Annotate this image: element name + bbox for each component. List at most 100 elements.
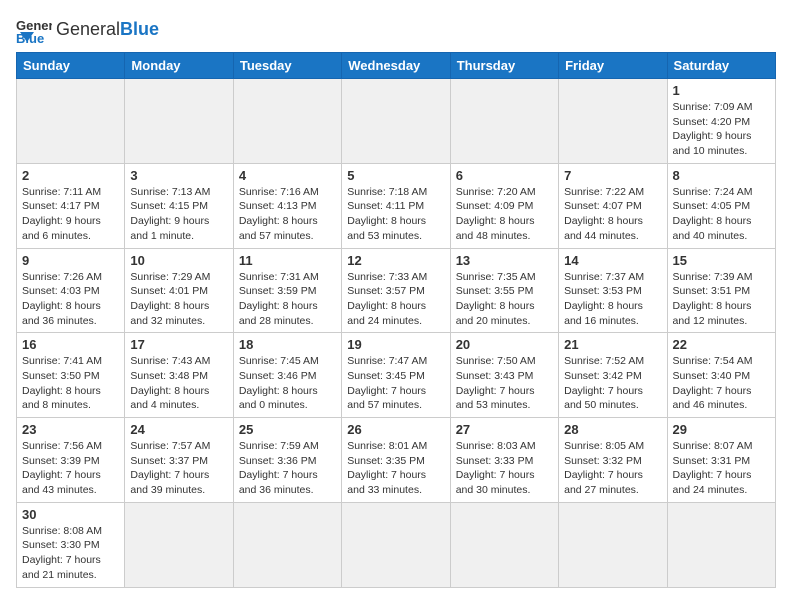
col-header-thursday: Thursday	[450, 53, 558, 79]
day-info: Sunrise: 7:54 AM Sunset: 3:40 PM Dayligh…	[673, 354, 770, 413]
calendar-cell: 29Sunrise: 8:07 AM Sunset: 3:31 PM Dayli…	[667, 418, 775, 503]
calendar-cell: 21 Sunrise: 7:52 AM Sunset: 3:42 PM Dayli…	[559, 333, 667, 418]
day-info: Sunrise: 7:24 AM Sunset: 4:05 PM Dayligh…	[673, 185, 770, 244]
day-number: 26	[347, 422, 444, 437]
day-number: 11	[239, 253, 336, 268]
day-info: Sunrise: 7:50 AM Sunset: 3:43 PM Dayligh…	[456, 354, 553, 413]
day-info: Sunrise: 7:56 AM Sunset: 3:39 PM Dayligh…	[22, 439, 119, 498]
day-info: Sunrise: 8:05 AM Sunset: 3:32 PM Dayligh…	[564, 439, 661, 498]
day-info: Sunrise: 7:59 AM Sunset: 3:36 PM Dayligh…	[239, 439, 336, 498]
calendar-cell: 12 Sunrise: 7:33 AM Sunset: 3:57 PM Dayli…	[342, 248, 450, 333]
calendar-cell: 14 Sunrise: 7:37 AM Sunset: 3:53 PM Dayli…	[559, 248, 667, 333]
day-number: 18	[239, 337, 336, 352]
day-number: 12	[347, 253, 444, 268]
day-info: Sunrise: 7:31 AM Sunset: 3:59 PM Dayligh…	[239, 270, 336, 329]
day-number: 20	[456, 337, 553, 352]
col-header-saturday: Saturday	[667, 53, 775, 79]
col-header-monday: Monday	[125, 53, 233, 79]
day-number: 28	[564, 422, 661, 437]
logo: General Blue GeneralBlue	[16, 16, 159, 44]
calendar-cell: 7 Sunrise: 7:22 AM Sunset: 4:07 PM Daylig…	[559, 163, 667, 248]
col-header-wednesday: Wednesday	[342, 53, 450, 79]
calendar: SundayMondayTuesdayWednesdayThursdayFrid…	[16, 52, 776, 588]
calendar-cell	[233, 502, 341, 587]
day-number: 8	[673, 168, 770, 183]
day-info: Sunrise: 7:33 AM Sunset: 3:57 PM Dayligh…	[347, 270, 444, 329]
calendar-cell: 1 Sunrise: 7:09 AM Sunset: 4:20 PM Daylig…	[667, 79, 775, 164]
calendar-cell	[125, 502, 233, 587]
day-number: 14	[564, 253, 661, 268]
calendar-cell	[17, 79, 125, 164]
calendar-cell: 9 Sunrise: 7:26 AM Sunset: 4:03 PM Daylig…	[17, 248, 125, 333]
day-number: 24	[130, 422, 227, 437]
day-info: Sunrise: 7:35 AM Sunset: 3:55 PM Dayligh…	[456, 270, 553, 329]
day-info: Sunrise: 7:26 AM Sunset: 4:03 PM Dayligh…	[22, 270, 119, 329]
calendar-cell: 16Sunrise: 7:41 AM Sunset: 3:50 PM Dayli…	[17, 333, 125, 418]
calendar-cell: 17 Sunrise: 7:43 AM Sunset: 3:48 PM Dayli…	[125, 333, 233, 418]
day-number: 7	[564, 168, 661, 183]
day-info: Sunrise: 7:18 AM Sunset: 4:11 PM Dayligh…	[347, 185, 444, 244]
day-number: 19	[347, 337, 444, 352]
calendar-cell: 10 Sunrise: 7:29 AM Sunset: 4:01 PM Dayli…	[125, 248, 233, 333]
calendar-week-row: 1 Sunrise: 7:09 AM Sunset: 4:20 PM Daylig…	[17, 79, 776, 164]
calendar-cell: 8 Sunrise: 7:24 AM Sunset: 4:05 PM Daylig…	[667, 163, 775, 248]
day-info: Sunrise: 8:03 AM Sunset: 3:33 PM Dayligh…	[456, 439, 553, 498]
day-info: Sunrise: 8:01 AM Sunset: 3:35 PM Dayligh…	[347, 439, 444, 498]
day-number: 6	[456, 168, 553, 183]
calendar-cell: 13 Sunrise: 7:35 AM Sunset: 3:55 PM Dayli…	[450, 248, 558, 333]
page-header: General Blue GeneralBlue	[16, 16, 776, 44]
calendar-week-row: 2 Sunrise: 7:11 AM Sunset: 4:17 PM Daylig…	[17, 163, 776, 248]
calendar-week-row: 9 Sunrise: 7:26 AM Sunset: 4:03 PM Daylig…	[17, 248, 776, 333]
day-info: Sunrise: 7:39 AM Sunset: 3:51 PM Dayligh…	[673, 270, 770, 329]
day-info: Sunrise: 7:41 AM Sunset: 3:50 PM Dayligh…	[22, 354, 119, 413]
col-header-sunday: Sunday	[17, 53, 125, 79]
calendar-week-row: 16Sunrise: 7:41 AM Sunset: 3:50 PM Dayli…	[17, 333, 776, 418]
day-info: Sunrise: 7:13 AM Sunset: 4:15 PM Dayligh…	[130, 185, 227, 244]
day-number: 1	[673, 83, 770, 98]
day-info: Sunrise: 7:20 AM Sunset: 4:09 PM Dayligh…	[456, 185, 553, 244]
day-number: 22	[673, 337, 770, 352]
calendar-cell: 30Sunrise: 8:08 AM Sunset: 3:30 PM Dayli…	[17, 502, 125, 587]
col-header-friday: Friday	[559, 53, 667, 79]
day-number: 30	[22, 507, 119, 522]
day-number: 29	[673, 422, 770, 437]
logo-text: GeneralBlue	[56, 20, 159, 40]
calendar-cell: 4Sunrise: 7:16 AM Sunset: 4:13 PM Daylig…	[233, 163, 341, 248]
calendar-cell: 6 Sunrise: 7:20 AM Sunset: 4:09 PM Daylig…	[450, 163, 558, 248]
day-info: Sunrise: 7:43 AM Sunset: 3:48 PM Dayligh…	[130, 354, 227, 413]
day-number: 27	[456, 422, 553, 437]
calendar-cell	[342, 502, 450, 587]
calendar-week-row: 30Sunrise: 8:08 AM Sunset: 3:30 PM Dayli…	[17, 502, 776, 587]
day-info: Sunrise: 7:45 AM Sunset: 3:46 PM Dayligh…	[239, 354, 336, 413]
day-info: Sunrise: 7:52 AM Sunset: 3:42 PM Dayligh…	[564, 354, 661, 413]
day-number: 2	[22, 168, 119, 183]
calendar-cell	[450, 502, 558, 587]
calendar-cell: 25Sunrise: 7:59 AM Sunset: 3:36 PM Dayli…	[233, 418, 341, 503]
day-number: 4	[239, 168, 336, 183]
svg-text:Blue: Blue	[16, 31, 44, 44]
calendar-cell: 28 Sunrise: 8:05 AM Sunset: 3:32 PM Dayli…	[559, 418, 667, 503]
calendar-cell: 22 Sunrise: 7:54 AM Sunset: 3:40 PM Dayli…	[667, 333, 775, 418]
day-number: 9	[22, 253, 119, 268]
calendar-cell	[125, 79, 233, 164]
calendar-week-row: 23Sunrise: 7:56 AM Sunset: 3:39 PM Dayli…	[17, 418, 776, 503]
day-info: Sunrise: 7:11 AM Sunset: 4:17 PM Dayligh…	[22, 185, 119, 244]
calendar-cell: 2 Sunrise: 7:11 AM Sunset: 4:17 PM Daylig…	[17, 163, 125, 248]
day-number: 3	[130, 168, 227, 183]
day-number: 10	[130, 253, 227, 268]
calendar-cell	[450, 79, 558, 164]
day-number: 17	[130, 337, 227, 352]
day-number: 13	[456, 253, 553, 268]
calendar-cell: 15Sunrise: 7:39 AM Sunset: 3:51 PM Dayli…	[667, 248, 775, 333]
day-info: Sunrise: 7:37 AM Sunset: 3:53 PM Dayligh…	[564, 270, 661, 329]
calendar-cell	[559, 79, 667, 164]
calendar-cell: 3 Sunrise: 7:13 AM Sunset: 4:15 PM Daylig…	[125, 163, 233, 248]
calendar-cell: 27 Sunrise: 8:03 AM Sunset: 3:33 PM Dayli…	[450, 418, 558, 503]
day-number: 5	[347, 168, 444, 183]
day-info: Sunrise: 7:09 AM Sunset: 4:20 PM Dayligh…	[673, 100, 770, 159]
calendar-cell: 26 Sunrise: 8:01 AM Sunset: 3:35 PM Dayli…	[342, 418, 450, 503]
calendar-cell	[342, 79, 450, 164]
day-number: 21	[564, 337, 661, 352]
day-info: Sunrise: 7:22 AM Sunset: 4:07 PM Dayligh…	[564, 185, 661, 244]
day-info: Sunrise: 7:29 AM Sunset: 4:01 PM Dayligh…	[130, 270, 227, 329]
